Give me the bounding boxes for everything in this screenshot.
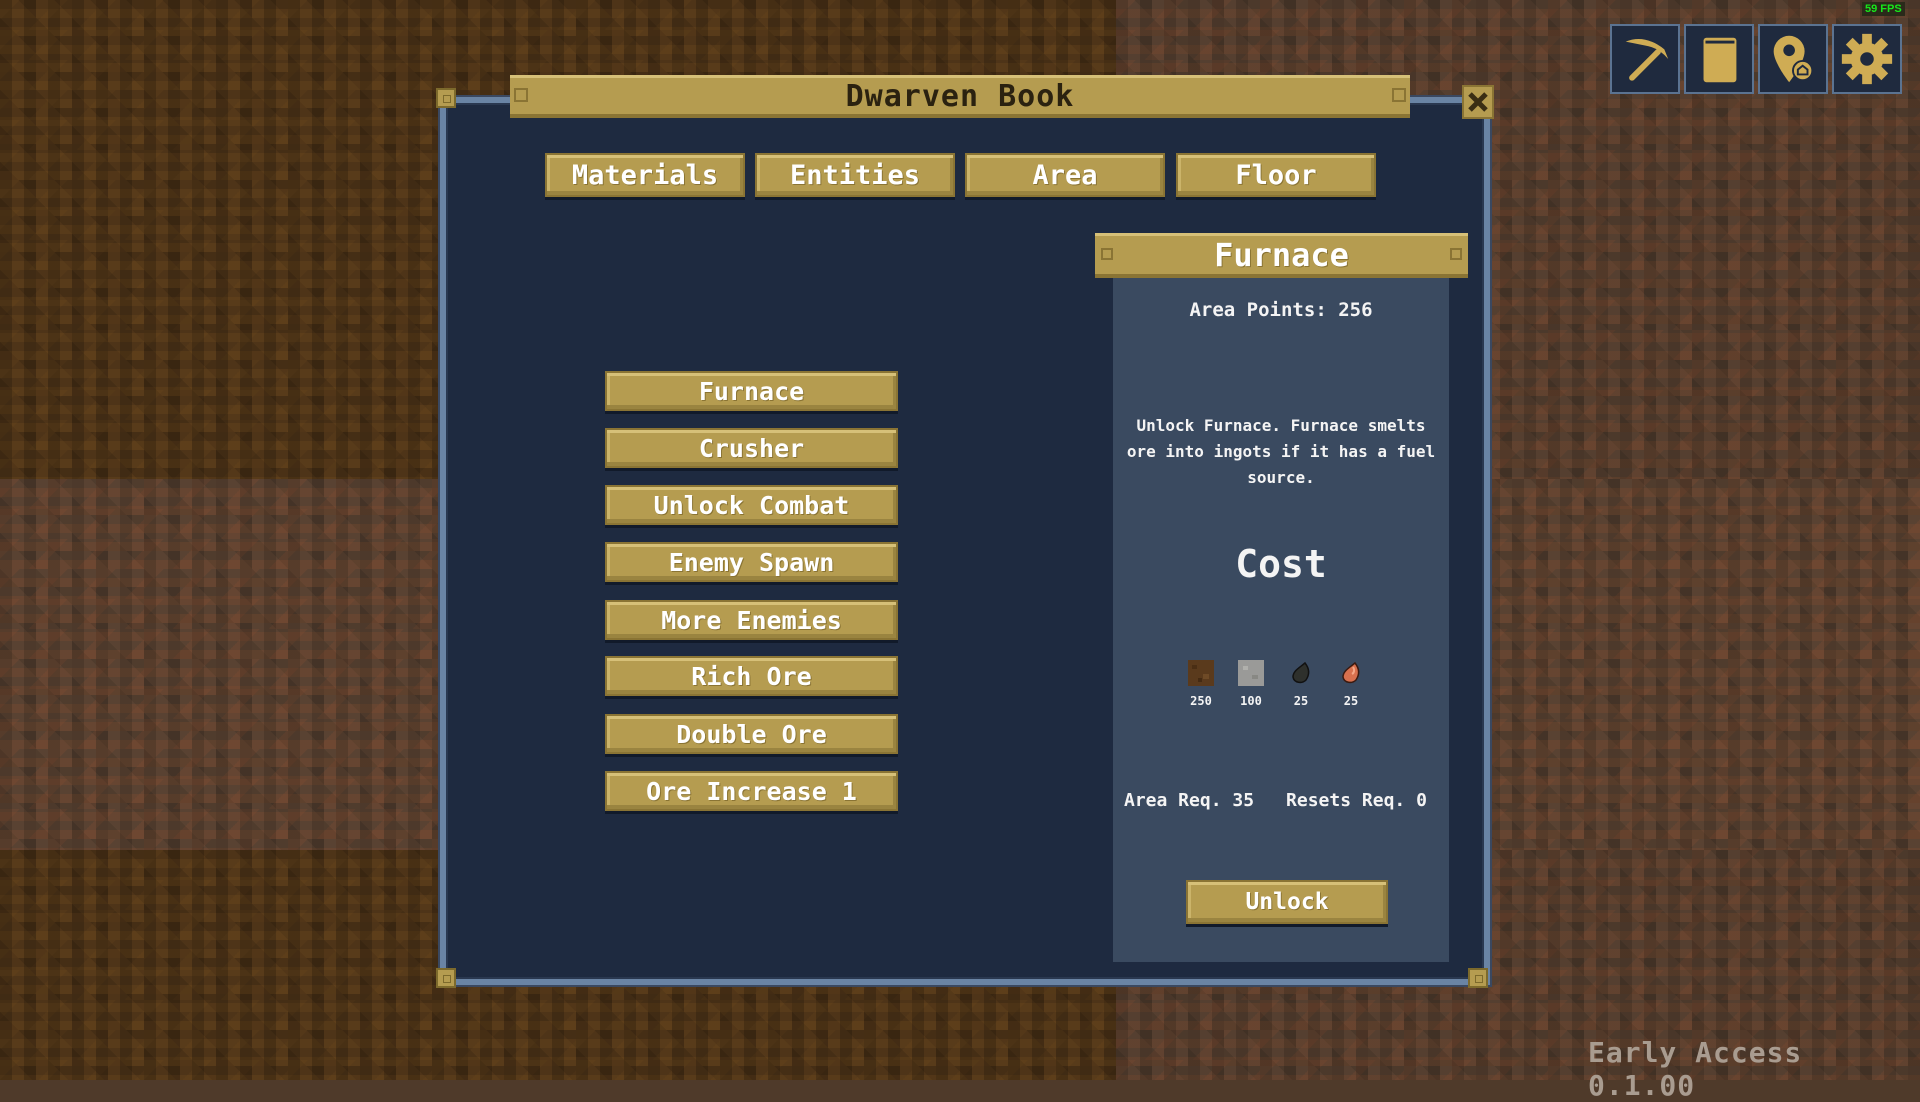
upgrade-description: Unlock Furnace. Furnace smelts ore into … [1126,416,1436,487]
title-stud-ornament [514,88,528,102]
cost-heading: Cost [1235,542,1327,586]
book-icon [1703,37,1737,83]
pickaxe-icon [1625,39,1669,81]
detail-header: Furnace [1095,233,1468,278]
header-stud-ornament [1101,248,1113,260]
cost-item: 250 [1183,660,1219,708]
cost-quantity: 250 [1190,694,1212,708]
upgrade-item-rich-ore[interactable]: Rich Ore [605,656,898,696]
cost-quantity: 25 [1293,694,1309,708]
settings-button[interactable] [1832,24,1902,94]
frame-corner-ornament [1468,968,1488,988]
upgrade-item-unlock-combat[interactable]: Unlock Combat [605,485,898,525]
detail-title: Furnace [1214,236,1349,274]
stone-block-icon [1238,660,1264,686]
cost-item: 100 [1233,660,1269,708]
tab-materials[interactable]: Materials [545,153,745,197]
tab-floor[interactable]: Floor [1176,153,1376,197]
dirt-block-icon [1188,660,1214,686]
cost-item: 25 [1333,660,1369,708]
dialog-title-bar: Dwarven Book [510,75,1410,118]
cost-list: 250 100 25 25 [1183,660,1369,708]
title-stud-ornament [1392,88,1406,102]
cost-item: 25 [1283,660,1319,708]
fps-counter: 59 FPS [1862,2,1905,16]
requirements: Area Req. 35 Resets Req. 0 [1124,790,1444,811]
hud-toolbar [1610,24,1902,94]
copper-ore-icon [1342,661,1360,684]
book-button[interactable] [1684,24,1754,94]
close-icon [1468,92,1488,112]
upgrade-item-enemy-spawn[interactable]: Enemy Spawn [605,542,898,582]
gear-icon [1841,33,1893,85]
close-button[interactable] [1462,85,1494,119]
version-label: Early Access 0.1.00 [1588,1036,1803,1102]
locations-button[interactable] [1758,24,1828,94]
cost-quantity: 25 [1343,694,1359,708]
upgrade-item-more-enemies[interactable]: More Enemies [605,600,898,640]
area-points: Area Points: 256 [1189,299,1373,321]
dialog-title: Dwarven Book [845,78,1075,114]
upgrade-item-ore-increase-1[interactable]: Ore Increase 1 [605,771,898,811]
tab-area[interactable]: Area [965,153,1165,197]
upgrade-item-furnace[interactable]: Furnace [605,371,898,411]
unlock-button[interactable]: Unlock [1186,880,1388,924]
upgrade-detail-panel [1113,272,1449,962]
area-requirement: Area Req. 35 [1124,790,1255,811]
coal-ore-icon [1292,661,1310,684]
frame-corner-ornament [436,88,456,108]
upgrade-item-crusher[interactable]: Crusher [605,428,898,468]
header-stud-ornament [1450,248,1462,260]
upgrade-item-double-ore[interactable]: Double Ore [605,714,898,754]
resets-requirement: Resets Req. 0 [1286,790,1427,811]
frame-corner-ornament [436,968,456,988]
cost-quantity: 100 [1240,694,1262,708]
map-pin-home-icon [1773,35,1814,83]
mining-button[interactable] [1610,24,1680,94]
tab-entities[interactable]: Entities [755,153,955,197]
